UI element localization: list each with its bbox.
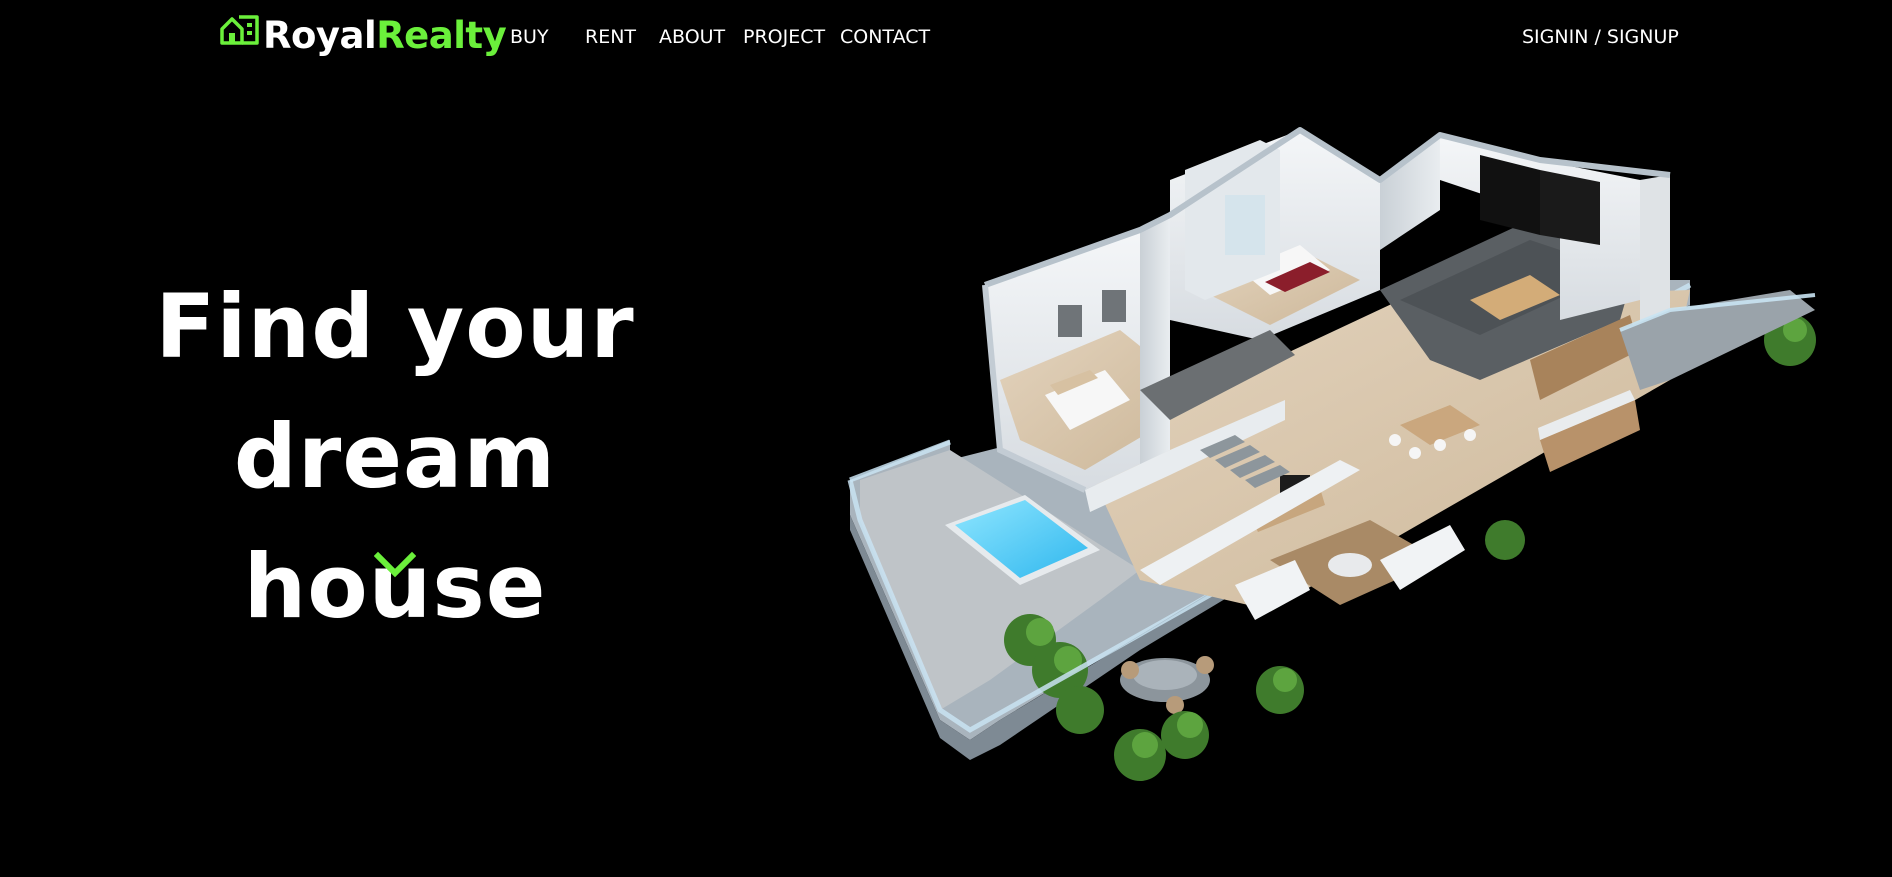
hero-title: Find your dream house: [20, 262, 770, 652]
chevron-down-icon[interactable]: [374, 550, 416, 580]
brand-name-royal: Royal: [263, 13, 377, 57]
house-building-icon: [220, 15, 259, 45]
brand-logo[interactable]: RoyalRealty: [219, 10, 507, 60]
nav-about-link[interactable]: ABOUT: [659, 26, 725, 48]
hero-title-line1: Find your dream: [155, 275, 635, 508]
nav-contact-link[interactable]: CONTACT: [840, 26, 930, 48]
signin-signup-link[interactable]: SIGNIN / SIGNUP: [1522, 26, 1679, 48]
nav-rent-link[interactable]: RENT: [585, 26, 636, 48]
brand-name: RoyalRealty: [263, 13, 507, 57]
nav-project-link[interactable]: PROJECT: [743, 26, 825, 48]
brand-name-realty: Realty: [376, 13, 507, 57]
house-floorplan-image: [847, 127, 1816, 781]
nav-buy-link[interactable]: BUY: [510, 26, 549, 48]
